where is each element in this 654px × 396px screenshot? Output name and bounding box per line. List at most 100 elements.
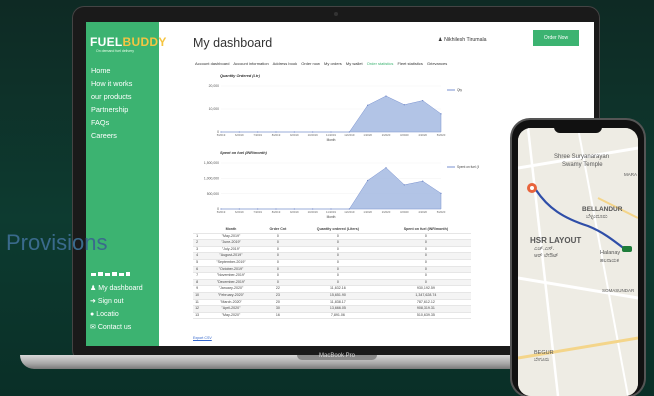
tab-account-information[interactable]: Account information — [233, 61, 268, 66]
x-tick-label: 2/2020 — [382, 210, 391, 214]
camera-dot — [334, 12, 338, 16]
tab-grievances[interactable]: Grievances — [427, 61, 447, 66]
x-tick-label: 7/2019 — [253, 210, 262, 214]
sidebar-item-location[interactable]: ● Locatio — [90, 308, 143, 321]
export-csv-link[interactable]: Export CSV — [193, 336, 212, 340]
data-point — [440, 192, 442, 194]
legend-label: Spent on fuel (INR/month) — [457, 165, 479, 169]
x-tick-label: 8/2019 — [272, 210, 281, 214]
sidebar-item-how-it-works[interactable]: How it works — [91, 77, 132, 90]
order-now-button[interactable]: Order Now — [533, 30, 579, 46]
table-row: 4 "August-2019" 0 0 0 — [193, 252, 471, 260]
table-cell: 0 — [260, 233, 295, 241]
map-label: ಹಲನಾಯಕ — [600, 258, 619, 264]
sidebar-item-careers[interactable]: Careers — [91, 129, 132, 142]
table-cell: 22 — [260, 285, 295, 293]
table-cell: "March-2020" — [201, 299, 261, 307]
table-cell: 0 — [294, 239, 381, 247]
brand-logo[interactable]: FUELBUDDY — [90, 35, 167, 49]
sign-out-icon: ➜ — [90, 298, 96, 305]
user-icon: ♟ — [90, 285, 97, 292]
map-label: BELLANDUR — [582, 206, 623, 213]
sidebar-item-home[interactable]: Home — [91, 64, 132, 77]
x-tick-label: 4/2020 — [418, 210, 427, 214]
sidebar-item-my-dashboard[interactable]: ♟ My dashboard — [90, 282, 143, 295]
table-cell: 23 — [260, 292, 295, 300]
table-cell: 0 — [380, 246, 471, 254]
tab-address-book[interactable]: Address book — [273, 61, 297, 66]
data-point — [385, 95, 387, 97]
table-cell: 0 — [260, 259, 295, 267]
tab-order-statistics[interactable]: Order statistics — [367, 61, 394, 66]
tab-my-orders[interactable]: My orders — [324, 61, 342, 66]
tab-account-dashboard[interactable]: Account dashboard — [195, 61, 229, 66]
sidebar-item-faqs[interactable]: FAQs — [91, 116, 132, 129]
phone-notch — [554, 125, 602, 133]
map-label: HSR LAYOUT — [530, 236, 582, 245]
table-row: 10 "February-2020" 23 15,651.90 1,347,628.74 — [193, 292, 471, 300]
x-tick-label: 9/2019 — [290, 210, 299, 214]
table-row: 12 "April-2020" 30 13,666.05 908,319.31 — [193, 305, 471, 313]
table-cell: "June-2019" — [201, 239, 261, 247]
table-row: 2 "June-2019" 0 0 0 — [193, 239, 471, 247]
table-body: 1 "May-2019" 0 0 0 2 "June-2019" 0 0 0 3 "July-2019… — [193, 233, 471, 320]
dashboard-tabs: Account dashboard Account information Ad… — [195, 61, 450, 66]
x-tick-label: 6/2019 — [235, 133, 244, 137]
table-cell: "October-2019" — [201, 266, 261, 274]
location-pin-icon: ● — [90, 311, 95, 318]
overlay-text: Provisions — [6, 230, 108, 255]
account-nav: ♟ My dashboard ➜ Sign out ● Locatio ✉ Co… — [90, 282, 143, 334]
x-tick-label: 11/2019 — [326, 133, 336, 137]
chart2-title: Spent on fuel (INR/month) — [220, 151, 267, 155]
table-cell: 0 — [380, 259, 471, 267]
table-cell: 0 — [294, 266, 381, 274]
table-cell: 0 — [260, 279, 295, 287]
mail-icon: ✉ — [90, 324, 96, 331]
x-tick-label: 12/2019 — [344, 210, 355, 214]
table-cell: "November-2019" — [201, 272, 261, 280]
sidebar-item-products[interactable]: our products — [91, 90, 132, 103]
sidebar-item-sign-out[interactable]: ➜ Sign out — [90, 295, 143, 308]
x-tick-label: 10/2019 — [308, 210, 319, 214]
user-name[interactable]: ♟ Nikhilesh Tirumala — [438, 37, 487, 43]
table-cell: 11 — [193, 299, 202, 307]
tab-my-wallet[interactable]: My wallet — [346, 61, 363, 66]
stats-table: Month Order Cnt Quantity ordered (Liters) S… — [193, 227, 471, 320]
tab-order-now[interactable]: Order now — [301, 61, 320, 66]
sidebar-item-contact-us[interactable]: ✉ Contact us — [90, 321, 143, 334]
data-point — [403, 104, 405, 106]
table-cell: 3 — [193, 246, 202, 254]
map-label: Shree Suryanarayan — [554, 154, 610, 160]
x-tick-label: 5/2020 — [437, 210, 446, 214]
table-row: 11 "March-2020" 20 11,838.17 787,612.12 — [193, 299, 471, 307]
table-row: 6 "October-2019" 0 0 0 — [193, 266, 471, 274]
table-cell: 0 — [294, 252, 381, 260]
table-cell: 0 — [380, 266, 471, 274]
brand-tagline: On demand fuel delivery — [96, 49, 134, 53]
page-title: My dashboard — [193, 36, 273, 50]
phone-screen: Shree Suryanarayan Swamy Temple BELLANDU… — [518, 128, 638, 396]
sidebar-item-partnership[interactable]: Partnership — [91, 103, 132, 116]
map-label: ಆರ್ ಲೇಔಟ್ — [534, 253, 559, 259]
destination-marker-icon[interactable] — [622, 246, 632, 252]
table-cell: "August-2019" — [201, 252, 261, 260]
quantity-chart: 20,00010,00005/2019 6/2019 7/2019 8/2019 9/2… — [209, 84, 463, 142]
table-cell: 0 — [380, 279, 471, 287]
table-cell: 10 — [193, 292, 202, 300]
table-cell: "July-2019" — [201, 246, 261, 254]
table-cell: "May-2019" — [201, 233, 261, 241]
table-cell: "February-2020" — [201, 292, 261, 300]
data-point — [440, 113, 442, 115]
table-cell: 15,651.90 — [294, 292, 381, 300]
table-cell: 908,319.31 — [380, 305, 471, 313]
x-axis-label: Month — [327, 138, 336, 142]
table-cell: 0 — [380, 233, 471, 241]
table-cell: 13 — [193, 312, 202, 320]
table-cell: 0 — [380, 252, 471, 260]
table-cell: 4 — [193, 252, 202, 260]
y-tick-label: 1,500,000 — [204, 161, 219, 165]
sidebar-nav: Home How it works our products Partnersh… — [91, 64, 132, 143]
table-header-row: Month Order Cnt Quantity ordered (Liters) S… — [193, 227, 471, 234]
y-tick-label: 500,000 — [207, 192, 219, 196]
tab-fleet-statistics[interactable]: Fleet statistics — [398, 61, 423, 66]
